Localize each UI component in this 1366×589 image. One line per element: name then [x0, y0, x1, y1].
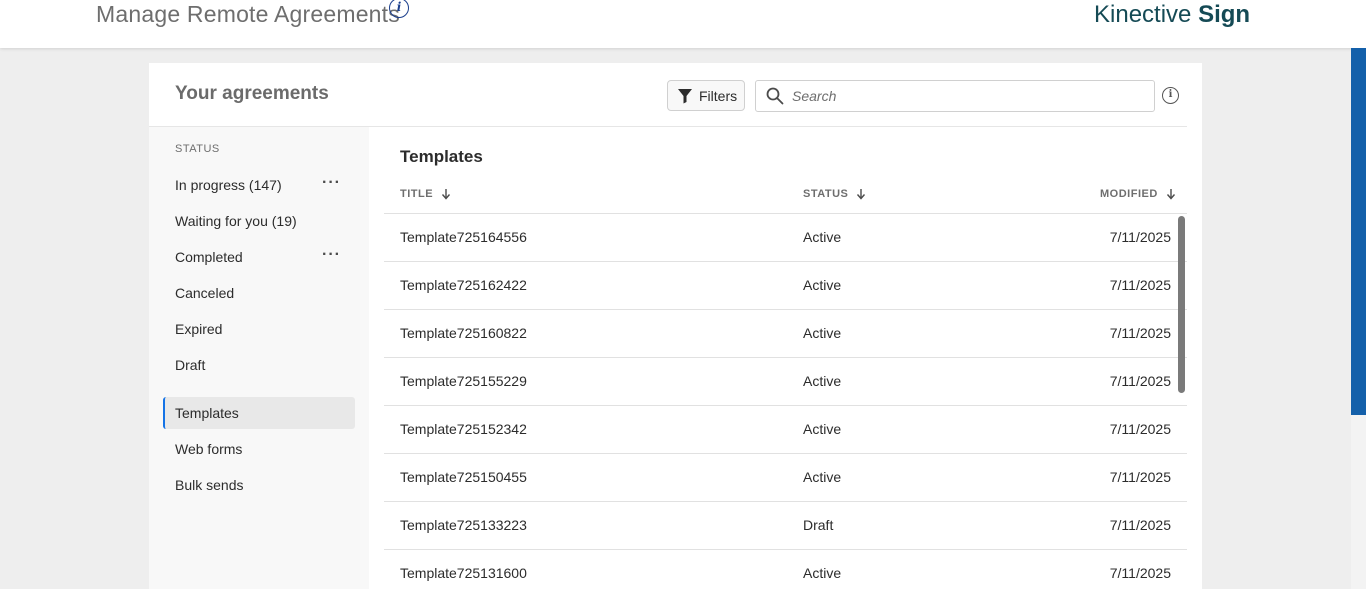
column-header-label: MODIFIED: [1100, 188, 1158, 200]
sidebar-item-label: Expired: [175, 321, 223, 337]
info-icon[interactable]: i: [389, 0, 409, 18]
sidebar-item-label: Web forms: [175, 441, 243, 457]
agreements-panel: Your agreements Filters i STATUS In prog…: [149, 63, 1202, 589]
panel-title: Your agreements: [175, 83, 329, 104]
top-bar: Manage Remote Agreements i Kinective Sig…: [0, 0, 1366, 48]
table-row[interactable]: Template725160822 Active 7/11/2025: [384, 309, 1187, 357]
cell-title: Template725152342: [400, 421, 527, 437]
search-box[interactable]: [755, 80, 1155, 112]
table-row[interactable]: Template725133223 Draft 7/11/2025: [384, 501, 1187, 549]
cell-title: Template725133223: [400, 517, 527, 533]
table-row[interactable]: Template725131600 Active 7/11/2025: [384, 549, 1187, 589]
sidebar-item-completed[interactable]: Completed ···: [163, 241, 355, 273]
cell-title: Template725155229: [400, 373, 527, 389]
panel-header: Your agreements Filters i: [149, 63, 1187, 127]
filters-button[interactable]: Filters: [667, 80, 745, 111]
sidebar-item-web-forms[interactable]: Web forms: [163, 433, 355, 465]
table-row[interactable]: Template725164556 Active 7/11/2025: [384, 213, 1187, 261]
cell-status: Active: [803, 469, 842, 485]
sort-arrow-icon: [441, 188, 451, 200]
cell-title: Template725160822: [400, 325, 527, 341]
sidebar-item-in-progress[interactable]: In progress (147) ···: [163, 169, 355, 201]
cell-modified: 7/11/2025: [1109, 517, 1171, 533]
cell-modified: 7/11/2025: [1109, 229, 1171, 245]
cell-status: Active: [803, 229, 842, 245]
page-title: Manage Remote Agreements: [96, 1, 400, 27]
cell-status: Active: [803, 421, 842, 437]
sort-arrow-icon: [1166, 188, 1176, 200]
sidebar-item-templates[interactable]: Templates: [163, 397, 355, 429]
section-label-status: STATUS: [175, 143, 220, 155]
cell-title: Template725131600: [400, 565, 527, 581]
sidebar-item-label: In progress (147): [175, 177, 282, 193]
search-input[interactable]: [792, 88, 1132, 104]
cell-modified: 7/11/2025: [1109, 277, 1171, 293]
list-scrollbar-thumb[interactable]: [1178, 216, 1185, 393]
cell-modified: 7/11/2025: [1109, 469, 1171, 485]
sidebar-item-expired[interactable]: Expired: [163, 313, 355, 345]
table-body: Template725164556 Active 7/11/2025 Templ…: [384, 213, 1187, 589]
cell-status: Draft: [803, 517, 834, 533]
sidebar-item-label: Templates: [175, 405, 239, 421]
sidebar-item-label: Completed: [175, 249, 243, 265]
column-header-modified[interactable]: MODIFIED: [1100, 188, 1176, 200]
brand-logo: Kinective Sign: [1094, 1, 1250, 29]
page-scrollbar[interactable]: [1351, 48, 1366, 589]
cell-modified: 7/11/2025: [1109, 373, 1171, 389]
list-title: Templates: [400, 147, 483, 166]
table-row[interactable]: Template725162422 Active 7/11/2025: [384, 261, 1187, 309]
sidebar-item-label: Bulk sends: [175, 477, 244, 493]
column-header-label: TITLE: [400, 188, 434, 200]
sidebar-item-waiting-for-you[interactable]: Waiting for you (19): [163, 205, 355, 237]
column-header-label: STATUS: [803, 188, 849, 200]
brand-name-bold: Sign: [1198, 1, 1251, 28]
page-scrollbar-thumb[interactable]: [1351, 48, 1366, 415]
filters-label: Filters: [699, 87, 738, 104]
cell-status: Active: [803, 277, 842, 293]
cell-modified: 7/11/2025: [1109, 325, 1171, 341]
cell-status: Active: [803, 325, 842, 341]
sidebar-item-canceled[interactable]: Canceled: [163, 277, 355, 309]
search-icon: [766, 87, 784, 105]
sidebar-item-draft[interactable]: Draft: [163, 349, 355, 381]
sort-arrow-icon: [856, 188, 866, 200]
filter-icon: [677, 88, 693, 104]
column-header-status[interactable]: STATUS: [803, 188, 866, 200]
table-row[interactable]: Template725150455 Active 7/11/2025: [384, 453, 1187, 501]
cell-modified: 7/11/2025: [1109, 565, 1171, 581]
cell-title: Template725162422: [400, 277, 527, 293]
brand-name-regular: Kinective: [1094, 1, 1192, 28]
sidebar-item-bulk-sends[interactable]: Bulk sends: [163, 469, 355, 501]
table-row[interactable]: Template725152342 Active 7/11/2025: [384, 405, 1187, 453]
more-icon[interactable]: ···: [322, 241, 341, 269]
table-row[interactable]: Template725155229 Active 7/11/2025: [384, 357, 1187, 405]
status-sidebar: STATUS In progress (147) ··· Waiting for…: [149, 127, 369, 589]
info-icon[interactable]: i: [1162, 87, 1179, 104]
sidebar-item-label: Draft: [175, 357, 206, 373]
column-header-title[interactable]: TITLE: [400, 188, 451, 200]
sidebar-item-label: Canceled: [175, 285, 235, 301]
cell-title: Template725150455: [400, 469, 527, 485]
templates-list: Templates TITLE STATUS MODIFIED Template…: [369, 127, 1202, 589]
cell-modified: 7/11/2025: [1109, 421, 1171, 437]
cell-title: Template725164556: [400, 229, 527, 245]
cell-status: Active: [803, 373, 842, 389]
cell-status: Active: [803, 565, 842, 581]
more-icon[interactable]: ···: [322, 169, 341, 197]
sidebar-item-label: Waiting for you (19): [175, 213, 297, 229]
